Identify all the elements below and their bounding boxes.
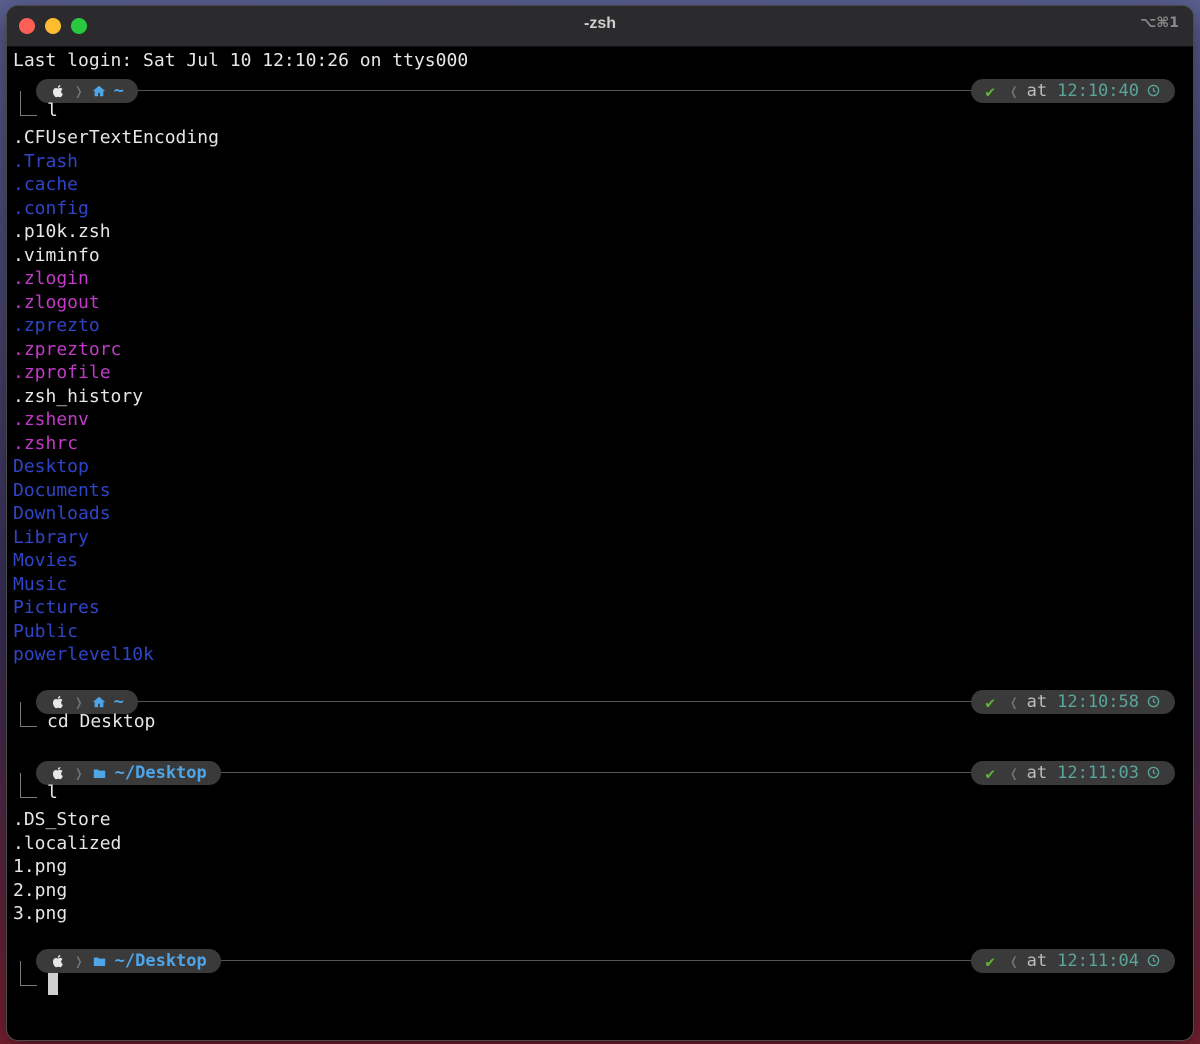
separator-icon: ❬: [1008, 951, 1019, 971]
prompt-right-segment: ✔ ❬ at 12:10:40: [971, 79, 1175, 103]
file-entry: Movies: [13, 550, 79, 571]
command-text: l: [47, 782, 58, 803]
separator-icon: ❭: [74, 81, 84, 101]
time-label: at: [1026, 951, 1048, 971]
checkmark-icon: ✔: [985, 763, 995, 783]
file-entry: Public: [13, 620, 79, 642]
directory-segment: ~/Desktop: [92, 951, 207, 971]
window-shortcut: ⌥⌘1: [1140, 15, 1179, 31]
checkmark-icon: ✔: [985, 81, 995, 101]
checkmark-icon: ✔: [985, 951, 995, 971]
prompt-left-segment: ❭ ~/Desktop: [36, 761, 221, 785]
file-entry: 1.png: [13, 856, 68, 877]
command-text: l: [47, 100, 58, 121]
file-entry: .zshenv: [13, 409, 89, 430]
terminal-content[interactable]: Last login: Sat Jul 10 12:10:26 on ttys0…: [7, 46, 1193, 1040]
file-entry: .cache: [13, 174, 79, 195]
time-label: at: [1026, 692, 1048, 712]
apple-icon: [50, 83, 66, 99]
file-entry: .DS_Store: [13, 809, 111, 830]
prompt-line: ❭ ~ ✔ ❬ at 12:10:58: [7, 690, 1193, 714]
home-icon: [92, 695, 106, 709]
file-entry: .viminfo: [13, 244, 100, 266]
file-entry: 3.png: [13, 903, 68, 924]
prompt-connector: [20, 773, 37, 798]
file-entry: .p10k.zsh: [13, 221, 111, 242]
apple-icon: [50, 694, 66, 710]
file-entry: .zpreztorc: [13, 338, 122, 360]
last-login-line: Last login: Sat Jul 10 12:10:26 on ttys0…: [13, 50, 469, 71]
title-bar[interactable]: -zsh ⌥⌘1: [7, 6, 1193, 47]
text-cursor[interactable]: [48, 973, 58, 995]
prompt-left-segment: ❭ ~/Desktop: [36, 949, 221, 973]
directory-path: ~/Desktop: [114, 951, 207, 971]
separator-icon: ❬: [1008, 763, 1019, 783]
checkmark-icon: ✔: [985, 692, 995, 712]
prompt-connector: [20, 702, 37, 727]
folder-icon: [92, 767, 107, 780]
home-icon: [92, 84, 106, 98]
file-entry: .zprezto: [13, 315, 100, 336]
directory-segment: ~: [92, 692, 124, 712]
apple-icon: [50, 765, 66, 781]
prompt-time: 12:10:40: [1057, 81, 1139, 101]
clock-icon: [1147, 695, 1161, 709]
file-entry: powerlevel10k: [13, 644, 154, 665]
separator-icon: ❭: [74, 763, 84, 783]
file-entry: Pictures: [13, 597, 100, 618]
prompt-time: 12:11:04: [1057, 951, 1139, 971]
file-entry: Music: [13, 573, 68, 595]
file-entry: .Trash: [13, 150, 79, 172]
directory-segment: ~: [92, 81, 124, 101]
file-entry: .CFUserTextEncoding: [13, 127, 219, 148]
file-entry: .config: [13, 197, 89, 219]
directory-path: ~/Desktop: [114, 763, 207, 783]
separator-icon: ❬: [1008, 81, 1019, 101]
file-entry: .localized: [13, 832, 122, 854]
separator-icon: ❭: [74, 692, 84, 712]
file-entry: .zlogout: [13, 291, 100, 313]
file-entry: .zsh_history: [13, 385, 144, 407]
time-label: at: [1026, 763, 1048, 783]
directory-path: ~: [113, 81, 124, 101]
terminal-window: -zsh ⌥⌘1 Last login: Sat Jul 10 12:10:26…: [7, 6, 1193, 1040]
folder-icon: [92, 955, 107, 968]
file-entry: .zprofile: [13, 362, 111, 383]
apple-icon: [50, 953, 66, 969]
file-entry: .zlogin: [13, 268, 89, 289]
prompt-line: ❭ ~ ✔ ❬ at 12:10:40: [7, 79, 1193, 103]
directory-segment: ~/Desktop: [92, 763, 207, 783]
separator-icon: ❭: [74, 951, 84, 971]
file-entry: Desktop: [13, 456, 89, 477]
separator-icon: ❬: [1008, 692, 1019, 712]
file-entry: Documents: [13, 479, 111, 501]
prompt-time: 12:11:03: [1057, 763, 1139, 783]
clock-icon: [1147, 766, 1161, 780]
prompt-time: 12:10:58: [1057, 692, 1139, 712]
directory-path: ~: [113, 692, 124, 712]
clock-icon: [1147, 84, 1161, 98]
file-entry: .zshrc: [13, 432, 79, 454]
time-label: at: [1026, 81, 1048, 101]
prompt-right-segment: ✔ ❬ at 12:10:58: [971, 690, 1175, 714]
command-text: cd Desktop: [47, 711, 156, 732]
file-entry: 2.png: [13, 879, 68, 901]
prompt-line: ❭ ~/Desktop ✔ ❬ at 12:11:03: [7, 761, 1193, 785]
prompt-right-segment: ✔ ❬ at 12:11:04: [971, 949, 1175, 973]
window-title: -zsh: [584, 15, 616, 32]
prompt-line: ❭ ~/Desktop ✔ ❬ at 12:11:04: [7, 949, 1193, 973]
prompt-connector: [20, 91, 37, 116]
prompt-connector: [20, 961, 37, 986]
clock-icon: [1147, 954, 1161, 968]
prompt-right-segment: ✔ ❬ at 12:11:03: [971, 761, 1175, 785]
file-entry: Library: [13, 526, 89, 548]
file-entry: Downloads: [13, 503, 111, 524]
